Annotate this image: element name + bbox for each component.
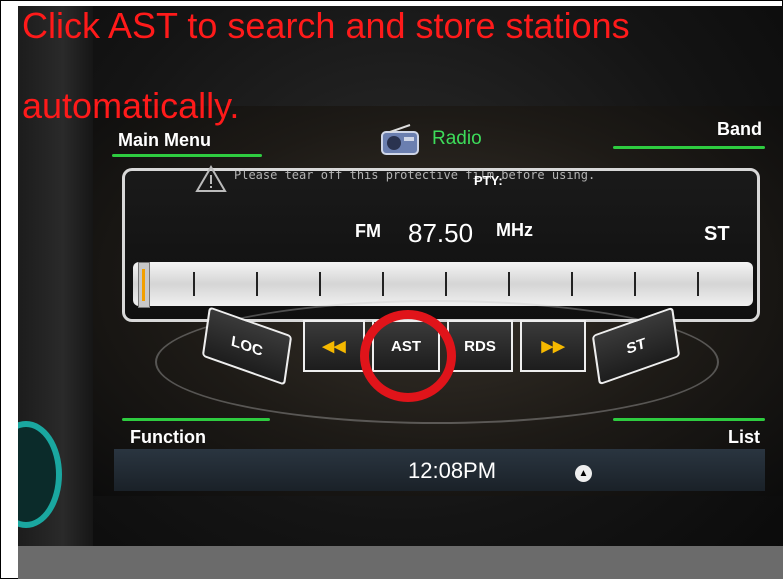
list-button[interactable]: List [728,427,760,448]
band-indicator: FM [355,221,381,241]
scale-tick [571,272,573,296]
main-menu-button[interactable]: Main Menu [118,130,211,151]
instruction-caption-line2: automatically. [22,85,240,126]
ast-highlight-circle [360,310,456,402]
scale-tick [634,272,636,296]
frequency-readout: 87.50 [408,218,474,248]
protective-film-note: Please tear off this protective film bef… [234,168,596,182]
function-button[interactable]: Function [130,427,206,448]
screen-title: Radio [432,128,482,149]
scale-tick [697,272,699,296]
band-underline [613,146,765,149]
scale-tick [445,272,447,296]
scale-tick [382,272,384,296]
radio-icon [381,124,419,155]
clock: 12:08PM [408,458,497,483]
scale-tick [256,272,258,296]
frequency-unit: MHz [496,220,533,240]
seek-back-icon[interactable]: ◀◀ [303,320,365,372]
main-menu-underline [112,154,262,157]
band-button[interactable]: Band [717,119,762,140]
instruction-caption-line1: Click AST to search and store stations [22,5,630,46]
eject-icon[interactable]: ▲ [575,465,592,482]
warning-icon [195,165,227,192]
function-underline [122,418,270,421]
scale-tick [508,272,510,296]
rds-button[interactable]: RDS [447,320,513,372]
pty-label: PTY: [474,173,503,188]
list-underline [613,418,765,421]
bottom-trim [18,546,783,579]
scale-tick [193,272,195,296]
tuning-needle[interactable] [138,262,150,308]
seek-forward-icon[interactable]: ▶▶ [520,320,586,372]
scale-tick [319,272,321,296]
stereo-indicator: ST [704,223,730,245]
